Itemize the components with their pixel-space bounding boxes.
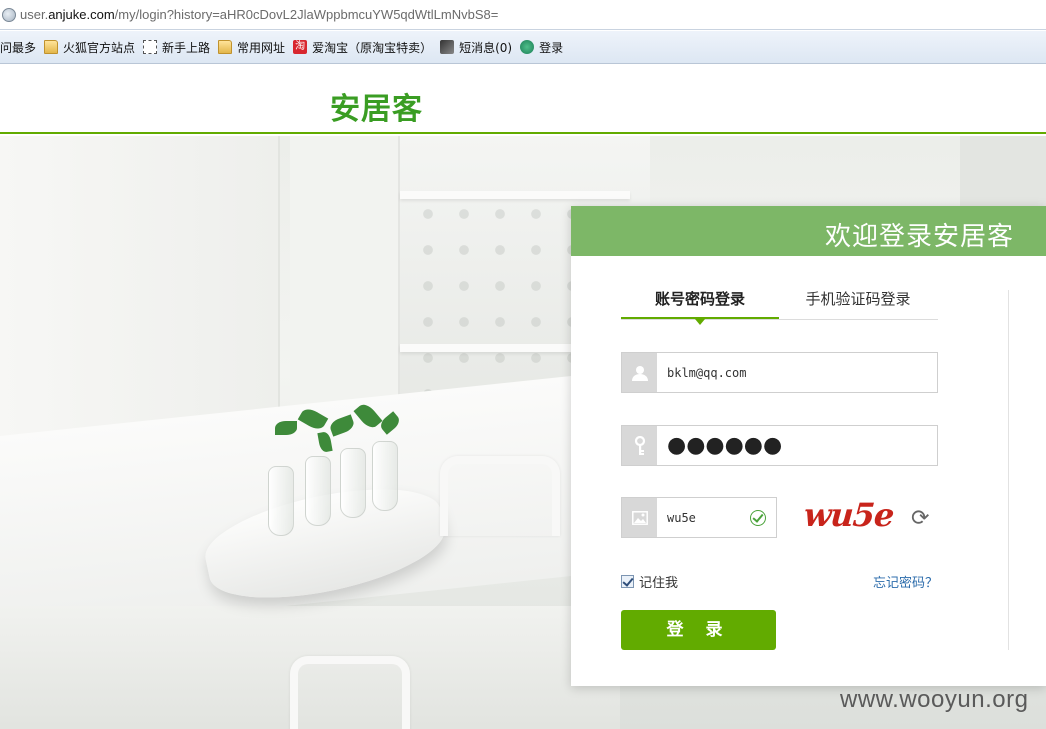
check-circle-icon <box>750 510 766 526</box>
chair-decor <box>290 656 410 729</box>
login-title: 欢迎登录安居客 <box>824 222 1014 252</box>
login-icon <box>520 40 535 54</box>
url-prefix: user. <box>20 7 49 22</box>
jar-decor <box>305 456 331 526</box>
captcha-input-value: wu5e <box>667 510 696 525</box>
url-path: /my/login?history=aHR0cDovL2JlaWppbmcuYW… <box>114 7 499 22</box>
shelf-decor <box>400 191 630 199</box>
url-domain: anjuke.com <box>48 7 115 22</box>
forgot-password-link[interactable]: 忘记密码？ <box>873 572 938 591</box>
bookmark-messages[interactable]: 短消息(0) <box>440 39 512 56</box>
tab-sms-code[interactable]: 手机验证码登录 <box>779 280 937 319</box>
tab-label: 账号密码登录 <box>654 290 745 308</box>
bookmark-getting-started[interactable]: 新手上路 <box>143 39 210 56</box>
tab-label: 手机验证码登录 <box>805 290 911 308</box>
caret-down-icon <box>695 319 705 325</box>
message-icon <box>440 40 455 54</box>
chair-decor <box>440 456 560 536</box>
bookmark-label: 登录 <box>539 40 564 55</box>
url-text[interactable]: user.anjuke.com/my/login?history=aHR0cDo… <box>20 7 498 22</box>
bookmark-login[interactable]: 登录 <box>520 39 563 56</box>
bookmarks-bar: 问最多 火狐官方站点 新手上路 常用网址 淘 爱淘宝（原淘宝特卖） 短消息(0)… <box>0 31 1046 64</box>
bookmark-label: 常用网址 <box>237 40 286 55</box>
taobao-icon: 淘 <box>293 40 308 54</box>
password-input[interactable]: ●●●●●● <box>657 426 937 465</box>
login-panel-header: 欢迎登录安居客 <box>571 206 1046 256</box>
bookmark-label: 问最多 <box>0 40 37 55</box>
login-panel: 欢迎登录安居客 账号密码登录 手机验证码登录 bklm@qq.com ●●●●●… <box>571 206 1046 686</box>
dashed-page-icon <box>143 40 158 54</box>
captcha-field: wu5e <box>621 497 777 538</box>
bookmark-common-sites[interactable]: 常用网址 <box>218 39 285 56</box>
jar-decor <box>372 441 398 511</box>
divider <box>1008 290 1009 650</box>
leaf-decor <box>275 421 297 435</box>
password-field: ●●●●●● <box>621 425 938 466</box>
key-icon <box>622 426 657 465</box>
tab-account-password[interactable]: 账号密码登录 <box>621 280 779 325</box>
site-header: 安居客 <box>0 64 1046 134</box>
image-icon <box>622 498 657 537</box>
refresh-icon[interactable]: ⟳ <box>911 506 929 531</box>
login-button[interactable]: 登 录 <box>621 610 776 650</box>
wall-decor <box>960 136 1046 216</box>
remember-label: 记住我 <box>639 576 679 591</box>
globe-icon <box>2 7 16 22</box>
captcha-input[interactable]: wu5e <box>657 498 776 537</box>
user-icon <box>622 353 657 392</box>
jar-decor <box>268 466 294 536</box>
bookmark-label: 火狐官方站点 <box>63 40 136 55</box>
bookmark-label: 短消息(0) <box>459 40 513 55</box>
username-field: bklm@qq.com <box>621 352 938 393</box>
folder-icon <box>218 40 233 54</box>
login-tabs: 账号密码登录 手机验证码登录 <box>621 280 938 325</box>
jar-decor <box>340 448 366 518</box>
bookmark-firefox-site[interactable]: 火狐官方站点 <box>44 39 135 56</box>
url-bar[interactable]: user.anjuke.com/my/login?history=aHR0cDo… <box>0 0 1046 30</box>
folder-icon <box>44 40 59 54</box>
remember-me[interactable]: 记住我 <box>621 572 678 591</box>
username-input[interactable]: bklm@qq.com <box>657 353 937 392</box>
remember-checkbox[interactable] <box>621 575 634 588</box>
bookmark-label: 新手上路 <box>162 40 211 55</box>
watermark: www.wooyun.org <box>840 686 1029 713</box>
bookmark-aitaobao[interactable]: 淘 爱淘宝（原淘宝特卖） <box>293 39 432 56</box>
captcha-image[interactable]: wu5e <box>803 496 895 534</box>
anjuke-logo[interactable]: 安居客 <box>330 84 423 128</box>
bookmark-label: 爱淘宝（原淘宝特卖） <box>312 40 433 55</box>
bookmark-most-visited[interactable]: 问最多 <box>0 39 36 56</box>
